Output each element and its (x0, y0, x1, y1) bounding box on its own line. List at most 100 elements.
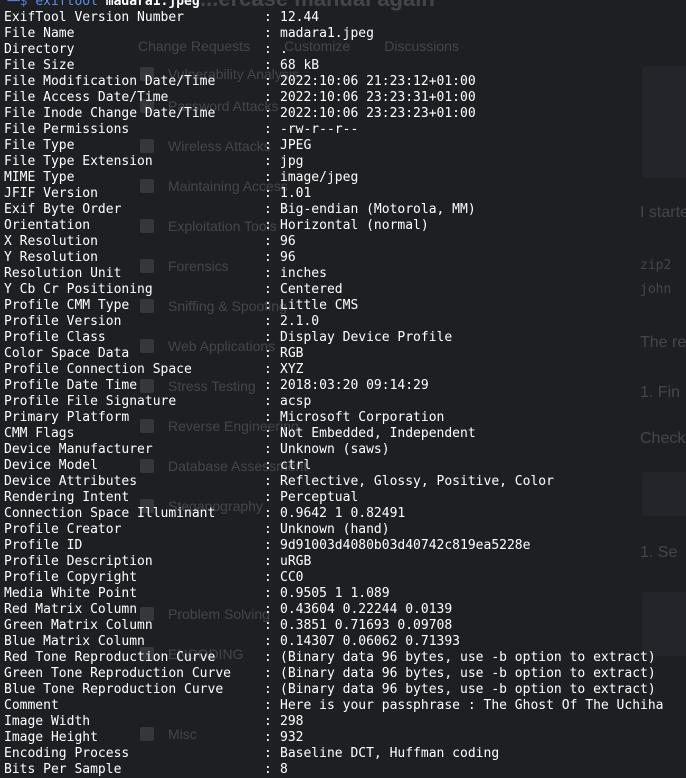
exif-key: Profile Class (4, 330, 106, 345)
exif-key: Color Space Data (4, 346, 130, 361)
exif-separator: : (264, 106, 272, 121)
exif-separator: : (264, 234, 272, 249)
exif-separator: : (264, 74, 272, 89)
exif-row: MIME Type: image/jpeg (4, 170, 686, 186)
exif-value: Big-endian (Motorola, MM) (280, 202, 476, 217)
exif-value: 12.44 (280, 10, 320, 25)
command-name: exiftool (35, 0, 98, 9)
exif-key: Profile Description (4, 554, 153, 569)
exif-key: Directory (4, 42, 75, 57)
exif-separator: : (264, 410, 272, 425)
terminal-window[interactable]: └─$ exiftool madara1.jpeg ExifTool Versi… (4, 0, 686, 777)
exif-key: Device Attributes (4, 474, 138, 489)
exif-row: Exif Byte Order: Big-endian (Motorola, MM… (4, 202, 686, 218)
exif-row: Green Matrix Column:0.3851 0.71693 0.097… (4, 618, 686, 634)
exif-key: Bits Per Sample (4, 762, 122, 777)
exif-value: 2022:10:06 23:23:31+01:00 (280, 90, 476, 105)
exif-row: Profile File Signature: acsp (4, 394, 686, 410)
exif-value: Unknown (saws) (280, 442, 390, 457)
exif-separator: : (264, 138, 272, 153)
exif-key: Rendering Intent (4, 490, 130, 505)
exif-row: Profile Version:2.1.0 (4, 314, 686, 330)
exif-key: Connection Space Illuminant (4, 506, 216, 521)
exif-value: 96 (280, 250, 296, 265)
exif-separator: : (264, 746, 272, 761)
exif-row: Y Resolution:96 (4, 250, 686, 266)
exif-row: Connection Space Illuminant:0.9642 1 0.8… (4, 506, 686, 522)
exif-value: 932 (280, 730, 304, 745)
exif-key: Device Manufacturer (4, 442, 153, 457)
exif-separator: : (264, 170, 272, 185)
exif-separator: : (264, 698, 272, 713)
exif-row: File Type: JPEG (4, 138, 686, 154)
exif-separator: : (264, 650, 272, 665)
exif-row: Encoding Process: Baseline DCT, Huffman c… (4, 746, 686, 762)
exif-value: Baseline DCT, Huffman coding (280, 746, 500, 761)
exif-value: Perceptual (280, 490, 359, 505)
exif-row: File Access Date/Time:2022:10:06 23:23:3… (4, 90, 686, 106)
exif-value: -rw-r--r-- (280, 122, 359, 137)
exif-value: 68 kB (280, 58, 320, 73)
exif-separator: : (264, 90, 272, 105)
exif-key: File Modification Date/Time (4, 74, 216, 89)
exif-value: Here is your passphrase : The Ghost Of T… (280, 698, 664, 713)
exif-value: Little CMS (280, 298, 359, 313)
exif-key: Primary Platform (4, 410, 130, 425)
exif-key: Profile CMM Type (4, 298, 130, 313)
command-argument: madara1.jpeg (105, 0, 200, 9)
exif-row: Profile Creator: Unknown (hand) (4, 522, 686, 538)
exif-value: 0.3851 0.71693 0.09708 (280, 618, 453, 633)
exif-row: Resolution Unit: inches (4, 266, 686, 282)
exif-value: uRGB (280, 554, 312, 569)
exif-separator: : (264, 730, 272, 745)
exif-value: jpg (280, 154, 304, 169)
exif-key: Resolution Unit (4, 266, 122, 281)
exif-value: Centered (280, 282, 343, 297)
exif-separator: : (264, 506, 272, 521)
exif-row: File Name: madara1.jpeg (4, 26, 686, 42)
exif-separator: : (264, 202, 272, 217)
exif-separator: : (264, 762, 272, 777)
exif-row: Device Attributes: Reflective, Glossy, Po… (4, 474, 686, 490)
exif-value: 0.14307 0.06062 0.71393 (280, 634, 461, 649)
exif-key: Red Matrix Column (4, 602, 138, 617)
exif-row: File Permissions: -rw-r--r-- (4, 122, 686, 138)
exif-row: Profile ID:9d91003d4080b03d40742c819ea52… (4, 538, 686, 554)
exif-value: 2022:10:06 21:23:12+01:00 (280, 74, 476, 89)
exif-row: Image Height:932 (4, 730, 686, 746)
exif-row: Profile CMM Type: Little CMS (4, 298, 686, 314)
exif-row: Directory:. (4, 42, 686, 58)
exif-row: Profile Copyright: CC0 (4, 570, 686, 586)
exif-value: inches (280, 266, 327, 281)
exif-value: Not Embedded, Independent (280, 426, 476, 441)
exif-key: File Permissions (4, 122, 130, 137)
exif-separator: : (264, 42, 272, 57)
exif-key: Profile Version (4, 314, 122, 329)
exif-row: Blue Matrix Column:0.14307 0.06062 0.713… (4, 634, 686, 650)
exif-value: Reflective, Glossy, Positive, Color (280, 474, 554, 489)
exif-key: Blue Tone Reproduction Curve (4, 682, 224, 697)
exif-value: Horizontal (normal) (280, 218, 429, 233)
exif-key: Profile ID (4, 538, 83, 553)
exif-value: Microsoft Corporation (280, 410, 445, 425)
exif-key: JFIF Version (4, 186, 98, 201)
exif-value: . (280, 42, 288, 57)
exif-row: File Type Extension: jpg (4, 154, 686, 170)
exif-separator: : (264, 586, 272, 601)
exif-value: RGB (280, 346, 304, 361)
exif-separator: : (264, 522, 272, 537)
exif-key: Red Tone Reproduction Curve (4, 650, 216, 665)
exif-separator: : (264, 362, 272, 377)
exif-key: Green Matrix Column (4, 618, 153, 633)
exif-key: File Type (4, 138, 75, 153)
exif-separator: : (264, 330, 272, 345)
exif-row: Device Manufacturer: Unknown (saws) (4, 442, 686, 458)
exif-value: CC0 (280, 570, 304, 585)
exif-separator: : (264, 266, 272, 281)
exif-key: Exif Byte Order (4, 202, 122, 217)
exif-value: 8 (280, 762, 288, 777)
exif-separator: : (264, 10, 272, 25)
exif-row: Primary Platform: Microsoft Corporation (4, 410, 686, 426)
exif-separator: : (264, 666, 272, 681)
exif-separator: : (264, 570, 272, 585)
